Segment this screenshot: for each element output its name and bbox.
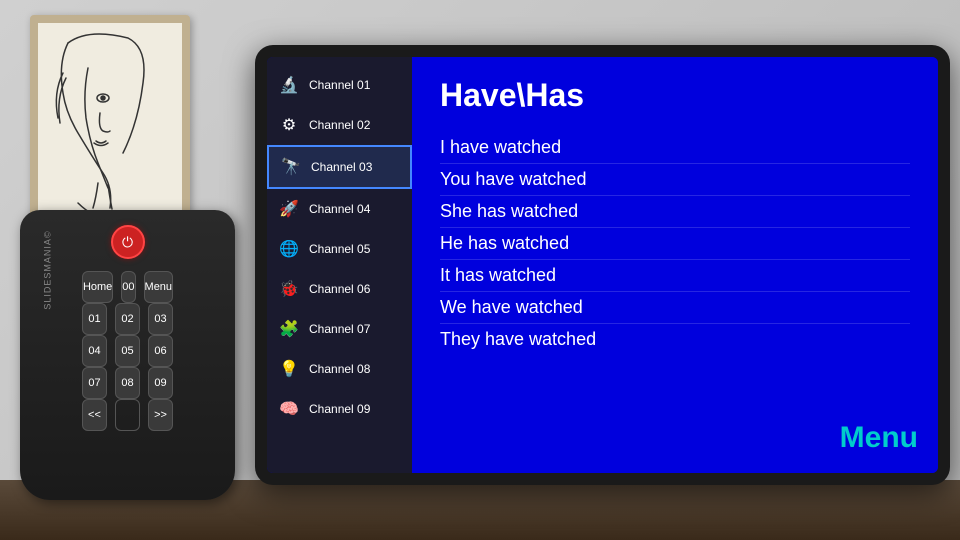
remote-row-3: 070809 xyxy=(82,367,173,399)
tv-list: I have watchedYou have watchedShe has wa… xyxy=(440,132,910,355)
channel-icon-03: 🔭 xyxy=(279,155,303,179)
remote-btn-4-1 xyxy=(115,399,140,431)
remote-row-1: 010203 xyxy=(82,303,173,335)
tv-list-item-3: He has watched xyxy=(440,228,910,260)
slides-mania-label: SLIDESMANIA© xyxy=(43,230,53,309)
tv-screen: 🔬 Channel 01 ⚙ Channel 02 🔭 Channel 03 🚀 Channe… xyxy=(267,57,938,473)
remote-row-0: Home 00 Menu xyxy=(82,271,173,303)
channel-label-02: Channel 02 xyxy=(309,118,370,132)
remote-power-row: ⏻ xyxy=(32,225,223,259)
tv-menu-label: Menu xyxy=(840,421,918,455)
channel-icon-09: 🧠 xyxy=(277,397,301,421)
channel-item-07[interactable]: 🧩 Channel 07 xyxy=(267,309,412,349)
face-sketch-svg xyxy=(38,23,182,237)
remote-row-2: 040506 xyxy=(82,335,173,367)
channel-icon-06: 🐞 xyxy=(277,277,301,301)
channel-item-01[interactable]: 🔬 Channel 01 xyxy=(267,65,412,105)
channel-item-05[interactable]: 🌐 Channel 05 xyxy=(267,229,412,269)
channel-label-08: Channel 08 xyxy=(309,362,370,376)
picture-content xyxy=(38,23,182,237)
channel-item-09[interactable]: 🧠 Channel 09 xyxy=(267,389,412,429)
remote-btn-2-1[interactable]: 05 xyxy=(115,335,140,367)
channel-icon-05: 🌐 xyxy=(277,237,301,261)
tv-content-title: Have\Has xyxy=(440,77,910,114)
remote-btn-3-0[interactable]: 07 xyxy=(82,367,107,399)
channel-item-03[interactable]: 🔭 Channel 03 xyxy=(267,145,412,189)
remote-btn-3-2[interactable]: 09 xyxy=(148,367,173,399)
remote-btn-4-2[interactable]: >> xyxy=(148,399,173,431)
remote-btn-1-0[interactable]: 01 xyxy=(82,303,107,335)
tv-sidebar: 🔬 Channel 01 ⚙ Channel 02 🔭 Channel 03 🚀 Channe… xyxy=(267,57,412,473)
remote-btn-0-2[interactable]: Menu xyxy=(144,271,174,303)
tv-list-item-4: It has watched xyxy=(440,260,910,292)
channel-label-06: Channel 06 xyxy=(309,282,370,296)
remote-btn-2-0[interactable]: 04 xyxy=(82,335,107,367)
tv-list-item-6: They have watched xyxy=(440,324,910,355)
tv-list-item-5: We have watched xyxy=(440,292,910,324)
channel-label-07: Channel 07 xyxy=(309,322,370,336)
remote-btn-0-1[interactable]: 00 xyxy=(121,271,135,303)
tv: 🔬 Channel 01 ⚙ Channel 02 🔭 Channel 03 🚀 Channe… xyxy=(255,45,950,485)
remote-btn-0-0[interactable]: Home xyxy=(82,271,113,303)
tv-list-item-0: I have watched xyxy=(440,132,910,164)
remote-buttons-container: Home00Menu010203040506070809<<>> xyxy=(82,271,173,431)
channel-label-03: Channel 03 xyxy=(311,160,372,174)
channel-icon-08: 💡 xyxy=(277,357,301,381)
remote-btn-1-1[interactable]: 02 xyxy=(115,303,140,335)
remote-btn-2-2[interactable]: 06 xyxy=(148,335,173,367)
channel-item-02[interactable]: ⚙ Channel 02 xyxy=(267,105,412,145)
remote-btn-1-2[interactable]: 03 xyxy=(148,303,173,335)
channel-icon-04: 🚀 xyxy=(277,197,301,221)
power-button[interactable]: ⏻ xyxy=(111,225,145,259)
tv-list-item-1: You have watched xyxy=(440,164,910,196)
channel-item-08[interactable]: 💡 Channel 08 xyxy=(267,349,412,389)
remote-btn-3-1[interactable]: 08 xyxy=(115,367,140,399)
channel-icon-02: ⚙ xyxy=(277,113,301,137)
tv-list-item-2: She has watched xyxy=(440,196,910,228)
channel-label-01: Channel 01 xyxy=(309,78,370,92)
channel-label-09: Channel 09 xyxy=(309,402,370,416)
remote-btn-4-0[interactable]: << xyxy=(82,399,107,431)
channel-item-06[interactable]: 🐞 Channel 06 xyxy=(267,269,412,309)
tv-content: Have\Has I have watchedYou have watchedS… xyxy=(412,57,938,473)
channel-icon-07: 🧩 xyxy=(277,317,301,341)
channel-label-05: Channel 05 xyxy=(309,242,370,256)
channel-icon-01: 🔬 xyxy=(277,73,301,97)
channel-item-04[interactable]: 🚀 Channel 04 xyxy=(267,189,412,229)
channel-label-04: Channel 04 xyxy=(309,202,370,216)
remote-row-4: << >> xyxy=(82,399,173,431)
